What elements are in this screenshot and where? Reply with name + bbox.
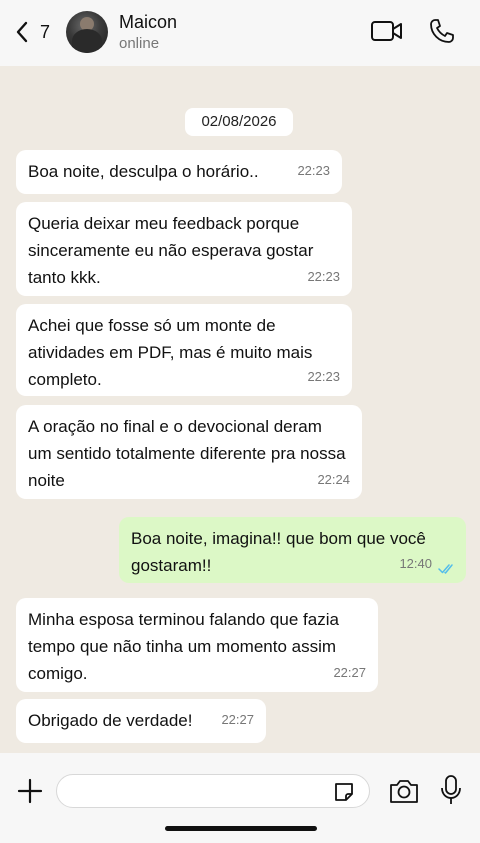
message-bubble[interactable]: Obrigado de verdade! 22:27 [16, 699, 266, 743]
message-input[interactable] [56, 774, 370, 808]
video-camera-icon[interactable] [370, 19, 404, 43]
camera-icon[interactable] [388, 777, 420, 805]
message-text: Obrigado de verdade! [28, 711, 193, 730]
message-bubble-outgoing[interactable]: Boa noite, imagina!! que bom que você go… [119, 517, 466, 583]
sticker-icon[interactable] [332, 780, 356, 804]
avatar[interactable] [66, 11, 108, 53]
message-bubble[interactable]: Minha esposa terminou falando que fazia … [16, 598, 378, 692]
message-text: Achei que fosse só um monte de atividade… [28, 316, 313, 389]
message-bubble[interactable]: Boa noite, desculpa o horário.. 22:23 [16, 150, 342, 194]
message-time: 22:23 [307, 269, 340, 284]
date-separator: 02/08/2026 [185, 108, 293, 136]
message-text: Minha esposa terminou falando que fazia … [28, 610, 339, 683]
plus-icon[interactable] [16, 777, 44, 805]
message-time: 22:24 [317, 472, 350, 487]
message-time: 22:23 [307, 369, 340, 384]
message-text: Queria deixar meu feedback porque sincer… [28, 214, 314, 287]
message-list[interactable]: 02/08/2026 Boa noite, desculpa o horário… [0, 66, 480, 753]
microphone-icon[interactable] [440, 774, 462, 806]
message-text: Boa noite, desculpa o horário.. [28, 162, 259, 181]
phone-icon[interactable] [428, 17, 456, 45]
chat-header: 7 Maicon online [0, 0, 480, 66]
message-bubble[interactable]: Queria deixar meu feedback porque sincer… [16, 202, 352, 296]
contact-name[interactable]: Maicon [119, 12, 177, 33]
back-button[interactable]: 7 [14, 20, 50, 44]
unread-count: 7 [40, 21, 51, 42]
composer-bar [0, 753, 480, 843]
message-time: 22:27 [221, 712, 254, 727]
message-bubble[interactable]: Achei que fosse só um monte de atividade… [16, 304, 352, 396]
contact-status: online [119, 35, 160, 52]
message-time: 22:27 [333, 665, 366, 680]
double-check-icon [438, 564, 453, 574]
chevron-left-icon [16, 21, 28, 43]
message-time: 22:23 [297, 163, 330, 178]
message-time: 12:40 [399, 556, 432, 571]
home-indicator [165, 826, 317, 831]
message-text: A oração no final e o devocional deram u… [28, 417, 346, 490]
message-bubble[interactable]: A oração no final e o devocional deram u… [16, 405, 362, 499]
